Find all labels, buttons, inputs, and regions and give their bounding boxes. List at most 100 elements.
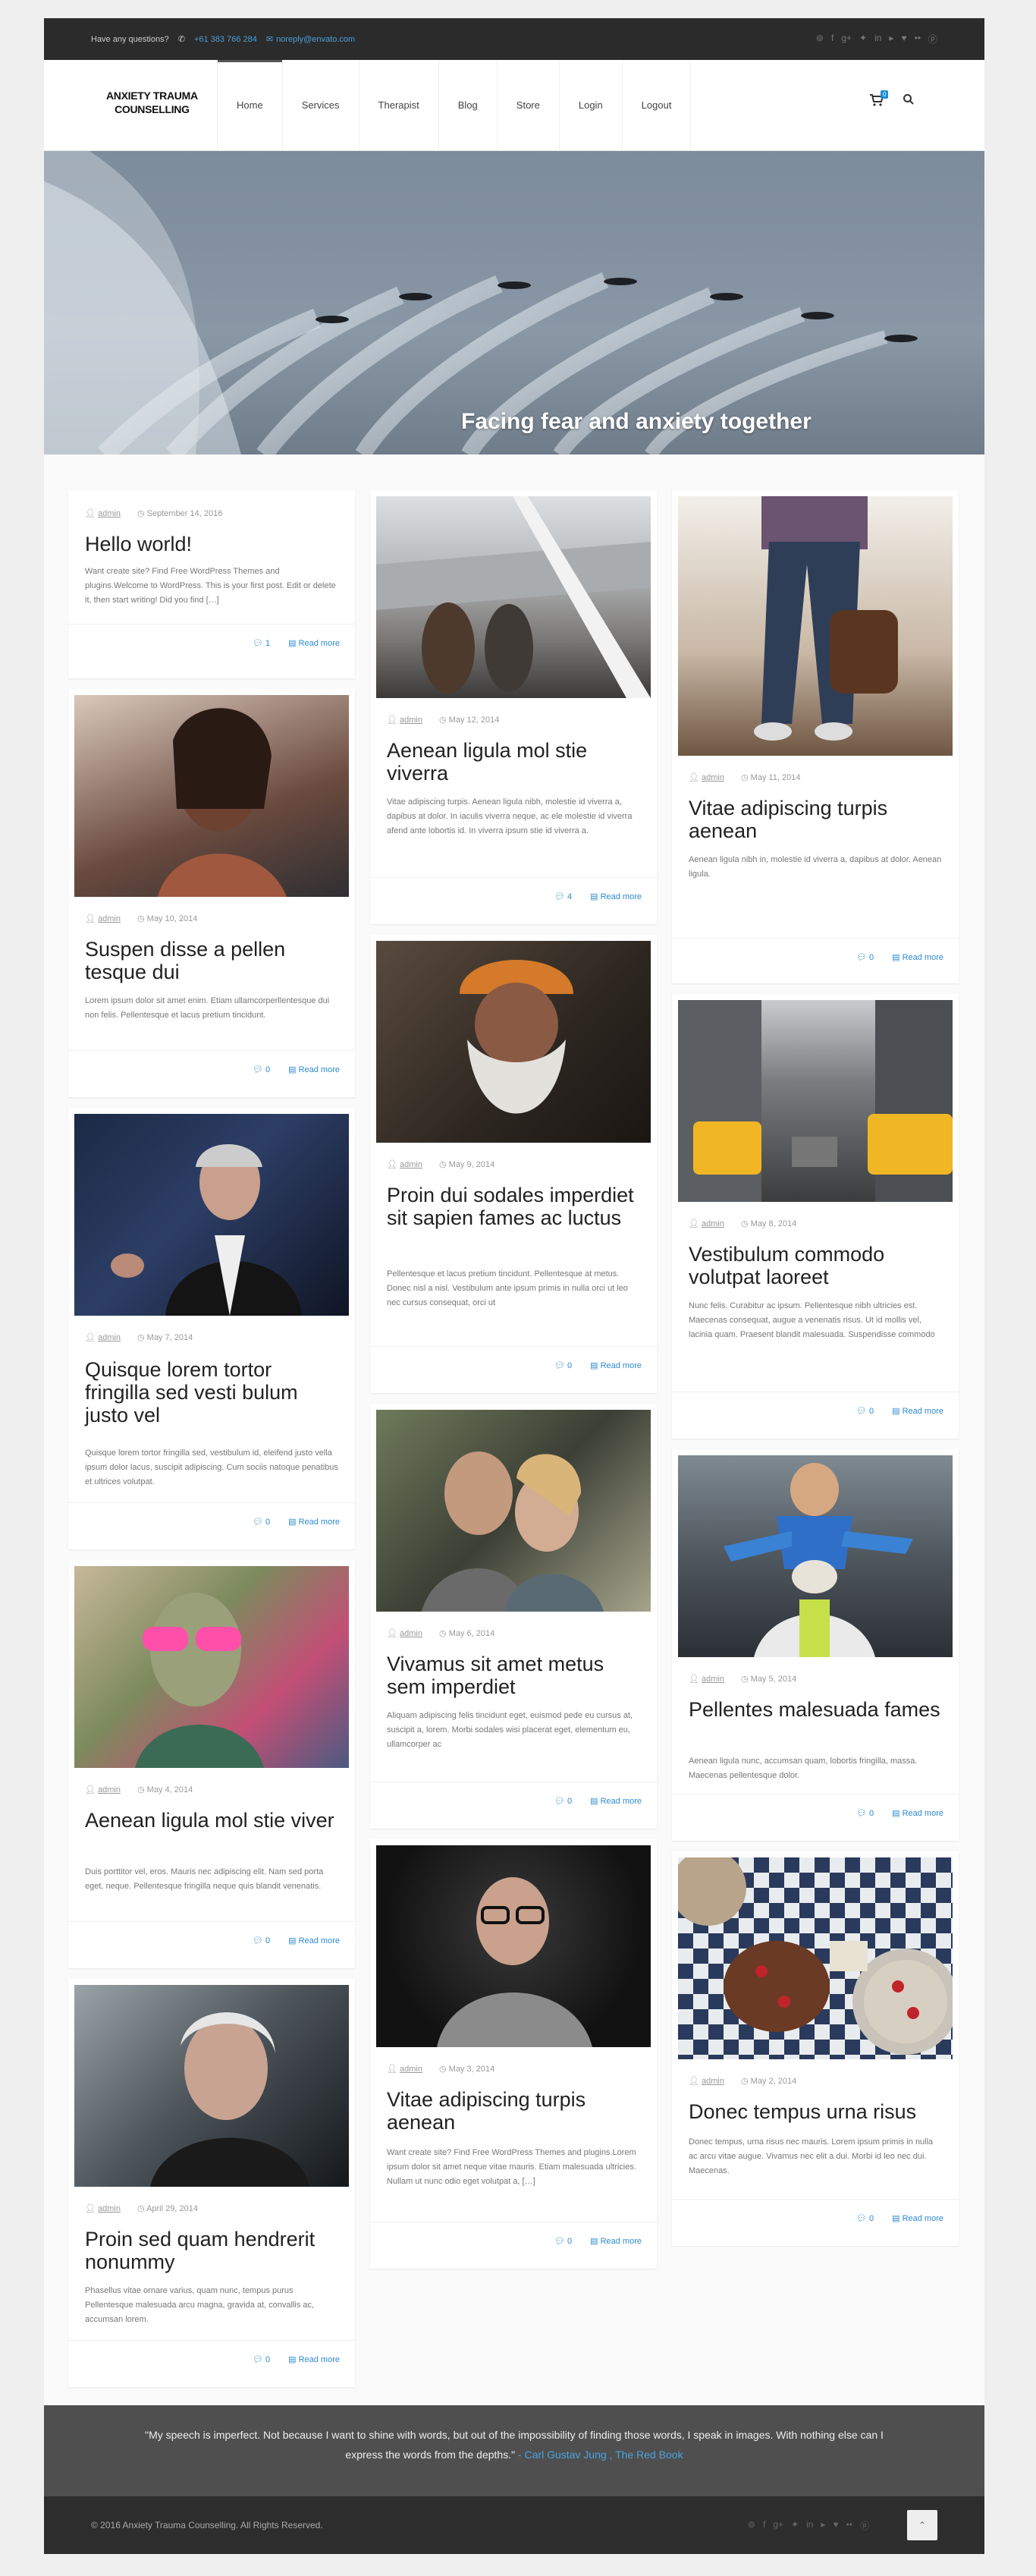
nav-home[interactable]: Home — [217, 60, 283, 151]
comments-link[interactable]: 💬︎ 0 — [253, 1936, 270, 1945]
post-author[interactable]: admin — [702, 1219, 724, 1228]
flickr-icon[interactable]: •• — [846, 2519, 852, 2532]
nav-store[interactable]: Store — [498, 60, 560, 151]
post-image[interactable] — [678, 1857, 953, 2059]
email-link[interactable]: noreply@envato.com — [276, 35, 355, 44]
read-more-link[interactable]: ▤ Read more — [892, 1406, 943, 1416]
comments-link[interactable]: 💬︎ 0 — [856, 952, 874, 962]
vimeo-icon[interactable]: ♥ — [901, 33, 906, 46]
post-title[interactable]: Quisque lorem tortor fringilla sed vesti… — [85, 1358, 341, 1426]
post-image[interactable] — [74, 695, 349, 897]
post-title[interactable]: Hello world! — [85, 533, 341, 555]
post-author[interactable]: admin — [98, 914, 121, 923]
read-more-link[interactable]: ▤ Read more — [590, 1360, 642, 1370]
post-author[interactable]: admin — [400, 1629, 422, 1638]
comments-link[interactable]: 💬︎ 0 — [554, 1796, 572, 1806]
post-title[interactable]: Vitae adipiscing turpis aenean — [387, 2088, 643, 2134]
post-meta: 👤︎ admin ◷ May 6, 2014 — [387, 1628, 494, 1638]
search-icon[interactable] — [903, 93, 915, 109]
nav-blog[interactable]: Blog — [439, 60, 498, 151]
nav-therapist[interactable]: Therapist — [359, 60, 439, 151]
read-more-link[interactable]: ▤ Read more — [288, 638, 340, 648]
read-more-link[interactable]: ▤ Read more — [892, 1808, 943, 1818]
comments-link[interactable]: 💬︎ 0 — [856, 1808, 874, 1818]
post-image[interactable] — [678, 496, 953, 756]
comments-link[interactable]: 💬︎ 0 — [554, 1360, 572, 1370]
post-author[interactable]: admin — [98, 2204, 121, 2213]
post-image[interactable] — [74, 1985, 349, 2187]
post-title[interactable]: Donec tempus urna risus — [689, 2100, 945, 2123]
post-image[interactable] — [678, 1000, 953, 1202]
post-image[interactable] — [74, 1114, 349, 1316]
post-title[interactable]: Pellentes malesuada fames — [689, 1698, 945, 1721]
skype-icon[interactable]: ⊚ — [748, 2519, 755, 2532]
google-plus-icon[interactable]: g+ — [773, 2519, 783, 2532]
read-more-link[interactable]: ▤ Read more — [288, 1517, 340, 1527]
read-more-label: Read more — [902, 2214, 943, 2223]
twitter-icon[interactable]: ✦ — [791, 2519, 799, 2532]
youtube-icon[interactable]: ▸ — [821, 2519, 825, 2532]
nav-logout[interactable]: Logout — [623, 60, 692, 151]
post-title[interactable]: Suspen disse a pellen tesque dui — [85, 938, 341, 983]
pinterest-icon[interactable]: ⓟ — [928, 33, 937, 46]
nav-login[interactable]: Login — [560, 60, 623, 151]
twitter-icon[interactable]: ✦ — [859, 33, 867, 46]
post-author[interactable]: admin — [702, 1675, 724, 1684]
read-more-link[interactable]: ▤ Read more — [892, 2213, 943, 2223]
comments-link[interactable]: 💬︎ 0 — [253, 1065, 270, 1074]
comments-link[interactable]: 💬︎ 4 — [554, 892, 572, 901]
cart-icon[interactable]: 0 — [869, 90, 892, 116]
comments-link[interactable]: 💬︎ 0 — [554, 2236, 572, 2246]
linkedin-icon[interactable]: in — [874, 33, 881, 46]
facebook-icon[interactable]: f — [763, 2519, 765, 2532]
youtube-icon[interactable]: ▸ — [889, 33, 893, 46]
nav-services[interactable]: Services — [283, 60, 359, 151]
post-title[interactable]: Aenean ligula mol stie viver — [85, 1809, 341, 1832]
post-author[interactable]: admin — [702, 773, 724, 782]
phone-link[interactable]: +61 383 766 284 — [194, 35, 257, 44]
post-title[interactable]: Vivamus sit amet metus sem imperdiet — [387, 1653, 643, 1698]
post-title[interactable]: Vestibulum commodo volutpat laoreet — [689, 1243, 945, 1288]
read-more-link[interactable]: ▤ Read more — [590, 1796, 642, 1806]
comments-link[interactable]: 💬︎ 0 — [856, 2213, 874, 2223]
read-more-link[interactable]: ▤ Read more — [590, 2236, 642, 2246]
vimeo-icon[interactable]: ♥ — [833, 2519, 838, 2532]
post-author[interactable]: admin — [400, 1160, 422, 1169]
comments-link[interactable]: 💬︎ 0 — [856, 1406, 874, 1416]
post-image[interactable] — [74, 1566, 349, 1768]
post-image[interactable] — [376, 1845, 651, 2047]
post-image[interactable] — [678, 1455, 953, 1657]
post-author[interactable]: admin — [400, 716, 422, 725]
post-card: 👤︎ admin ◷ May 7, 2014 Quisque lorem tort… — [68, 1108, 355, 1549]
post-image[interactable] — [376, 496, 651, 698]
post-author[interactable]: admin — [98, 509, 121, 518]
post-title[interactable]: Aenean ligula mol stie viverra — [387, 739, 643, 785]
facebook-icon[interactable]: f — [831, 33, 834, 46]
skype-icon[interactable]: ⊚ — [816, 33, 824, 46]
post-author[interactable]: admin — [98, 1333, 121, 1342]
read-more-link[interactable]: ▤ Read more — [288, 2354, 340, 2364]
post-author[interactable]: admin — [98, 1785, 121, 1794]
read-more-link[interactable]: ▤ Read more — [288, 1065, 340, 1074]
read-more-link[interactable]: ▤ Read more — [892, 952, 943, 962]
back-to-top-button[interactable]: ⌃ — [907, 2510, 937, 2540]
read-more-link[interactable]: ▤ Read more — [288, 1936, 340, 1945]
post-image[interactable] — [376, 1410, 651, 1612]
comments-link[interactable]: 💬︎ 0 — [253, 2354, 270, 2364]
pinterest-icon[interactable]: ⓟ — [860, 2519, 869, 2532]
linkedin-icon[interactable]: in — [806, 2519, 813, 2532]
comments-link[interactable]: 💬︎ 1 — [253, 638, 270, 648]
comment-count: 1 — [265, 639, 271, 648]
post-title[interactable]: Proin dui sodales imperdiet sit sapien f… — [387, 1184, 643, 1229]
site-logo[interactable]: ANXIETY TRAUMA COUNSELLING — [106, 89, 198, 116]
flickr-icon[interactable]: •• — [915, 33, 921, 46]
post-image[interactable] — [376, 941, 651, 1143]
google-plus-icon[interactable]: g+ — [841, 33, 852, 46]
post-author[interactable]: admin — [702, 2077, 724, 2086]
post-title[interactable]: Proin sed quam hendrerit nonummy — [85, 2228, 341, 2273]
comments-link[interactable]: 💬︎ 0 — [253, 1517, 270, 1527]
post-author[interactable]: admin — [400, 2065, 422, 2074]
read-more-link[interactable]: ▤ Read more — [590, 892, 642, 901]
quote-source[interactable]: - Carl Gustav Jung , The Red Book — [518, 2449, 683, 2461]
post-title[interactable]: Vitae adipiscing turpis aenean — [689, 797, 945, 842]
